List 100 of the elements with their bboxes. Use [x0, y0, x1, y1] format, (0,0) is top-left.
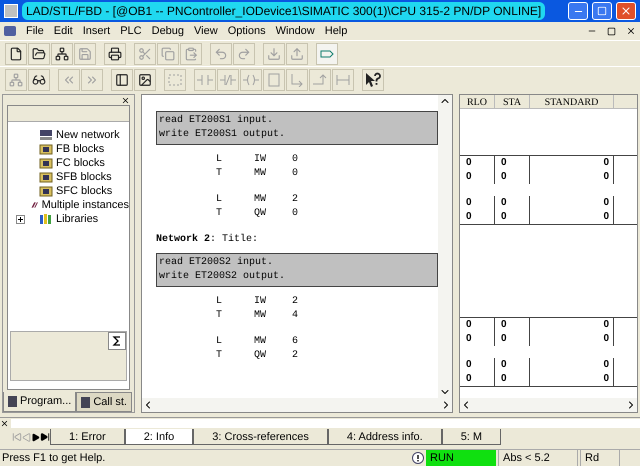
horizontal-scrollbar[interactable]	[460, 398, 637, 412]
stl-operand: MW	[254, 335, 268, 349]
standard-value: 0	[530, 372, 614, 386]
plc-mode: RUN	[426, 450, 496, 466]
stl-address: 0	[292, 167, 298, 181]
column-header: STANDARD	[530, 95, 614, 108]
stl-operand: IW	[254, 295, 268, 309]
standard-value: 0	[530, 332, 614, 346]
copy-icon	[161, 46, 175, 60]
close-icon[interactable]	[626, 26, 636, 36]
last-tab-icon[interactable]	[40, 432, 50, 442]
close-icon[interactable]	[0, 418, 9, 428]
print-icon	[108, 46, 122, 60]
sigma-icon[interactable]	[108, 332, 126, 350]
stl-address: 0	[292, 153, 298, 167]
connection-icon	[335, 72, 351, 86]
tree-item[interactable]: Libraries	[56, 210, 98, 228]
rlo-value: 0	[460, 332, 495, 346]
rlo-value: 0	[460, 318, 495, 332]
download-icon	[267, 46, 281, 60]
close-button[interactable]	[616, 2, 636, 20]
stl-address: 6	[292, 335, 298, 349]
toolbar-button[interactable]	[104, 42, 126, 64]
close-icon	[620, 5, 632, 17]
stl-operation: T	[216, 309, 224, 323]
maximize-button[interactable]	[592, 2, 612, 20]
warning-icon	[412, 452, 424, 464]
menu-item[interactable]: Help	[324, 22, 348, 40]
glasses-icon	[32, 72, 46, 86]
library-books-icon	[39, 213, 53, 225]
output-tab[interactable]: 2: Info	[124, 429, 194, 445]
stl-address: 4	[292, 309, 298, 323]
stl-operation: L	[216, 335, 224, 349]
sta-value: 0	[495, 156, 530, 170]
standard-value: 0	[530, 318, 614, 332]
panel-tab[interactable]: Program...	[3, 392, 76, 412]
output-tab[interactable]: 5: M	[442, 429, 502, 445]
upload-icon	[290, 46, 304, 60]
sta-value: 0	[495, 170, 530, 184]
save-icon	[78, 46, 92, 60]
sta-value: 0	[495, 196, 530, 210]
tree-item[interactable]: Multiple instances	[42, 196, 130, 214]
sta-value: 0	[495, 332, 530, 346]
close-icon[interactable]	[121, 96, 130, 104]
panel-tab[interactable]: Call st.	[76, 392, 132, 412]
close-branch-icon	[312, 72, 328, 86]
standard-value: 0	[530, 358, 614, 372]
restore-icon[interactable]	[607, 26, 616, 36]
menu-item[interactable]: PLC	[120, 22, 142, 40]
window-title: LAD/STL/FBD - [@OB1 -- PNController_IODevice1\SIMATIC 300(1)\CPU 315-2 PN/DP ONLINE]	[22, 2, 546, 20]
toolbar-button[interactable]	[134, 68, 156, 90]
output-tab[interactable]: 4: Address info.	[328, 429, 442, 445]
stl-address: 2	[292, 295, 298, 309]
document-icon	[8, 396, 17, 407]
toolbar-button[interactable]	[5, 42, 27, 64]
document-icon	[4, 26, 16, 36]
stl-operand: QW	[254, 207, 268, 221]
expand-icon[interactable]	[16, 214, 25, 224]
first-tab-icon[interactable]	[12, 432, 22, 442]
tree-item[interactable]: FC blocks	[56, 154, 105, 172]
horizontal-scrollbar[interactable]	[142, 398, 452, 412]
stl-address: 0	[292, 207, 298, 221]
toolbar-button[interactable]	[111, 68, 133, 90]
folder-icon	[39, 171, 53, 183]
menu-item[interactable]: Debug	[152, 22, 184, 40]
menu-item[interactable]: View	[194, 22, 218, 40]
stl-operand: IW	[254, 153, 268, 167]
menu-item[interactable]: Edit	[54, 22, 73, 40]
negated-contact-icon	[220, 72, 236, 86]
menu-item[interactable]: Options	[228, 22, 266, 40]
folder-icon	[39, 157, 53, 169]
tree-item[interactable]: SFB blocks	[56, 168, 112, 186]
stl-address: 2	[292, 193, 298, 207]
maximize-icon	[597, 6, 607, 16]
network-comment: read ET200S2 input. write ET200S2 output.	[156, 253, 438, 287]
toolbar-button[interactable]	[28, 42, 50, 64]
tree-item[interactable]: FB blocks	[56, 140, 104, 158]
standard-value: 0	[530, 196, 614, 210]
sta-value: 0	[495, 358, 530, 372]
rlo-value: 0	[460, 210, 495, 224]
menu-item[interactable]: File	[26, 22, 44, 40]
position-text: Abs < 5.2	[498, 448, 578, 466]
folder-icon	[39, 185, 53, 197]
tree-item[interactable]: New network	[56, 126, 120, 144]
output-tab[interactable]: 3: Cross-references	[193, 429, 328, 445]
rlo-value: 0	[460, 358, 495, 372]
toolbar-button[interactable]	[28, 68, 50, 90]
output-tab[interactable]: 1: Error	[50, 429, 125, 445]
vertical-scrollbar[interactable]	[438, 95, 452, 398]
menu-item[interactable]: Insert	[82, 22, 110, 40]
toolbar-button[interactable]	[51, 42, 73, 64]
paste-icon	[184, 46, 198, 60]
coil-icon	[243, 72, 259, 86]
menu-item[interactable]: Window	[276, 22, 315, 40]
next-tab-icon[interactable]	[31, 432, 40, 442]
tree-item[interactable]: SFC blocks	[56, 182, 112, 200]
panel-icon	[115, 72, 129, 86]
network-grid-icon	[167, 72, 183, 86]
toolbar-button[interactable]	[362, 68, 384, 90]
minimize-button[interactable]	[568, 2, 588, 20]
